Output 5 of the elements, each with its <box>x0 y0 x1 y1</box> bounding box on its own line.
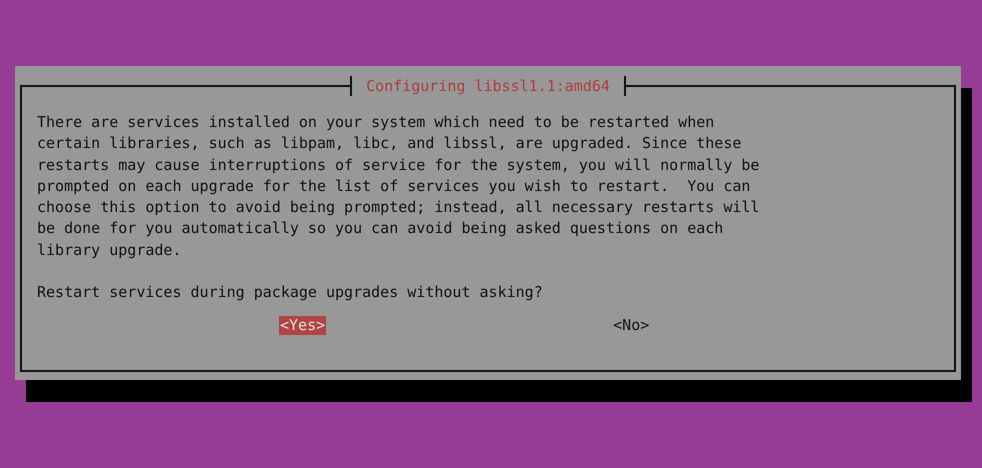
dialog-title: Configuring libssl1.1:amd64 <box>350 76 626 96</box>
dialog-button[interactable]: <Yes> <box>279 316 326 336</box>
dialog-message: There are services installed on your system which need to be restarted when certain libraries, such as libpam, libc, and libssl, are upgraded. Since these restarts may cause interruptions of service for the system, you will normally be prompted on each upgrade for the list of services you wish to restart. You can choose this option to avoid being prompted; instead, all necessary restarts will be done for you automatically so you can avoid being asked questions on each library upgrade. <box>37 112 760 261</box>
dialog-button[interactable]: <No> <box>612 316 650 336</box>
question-text: Restart services during package upgrades without asking? <box>37 282 544 304</box>
